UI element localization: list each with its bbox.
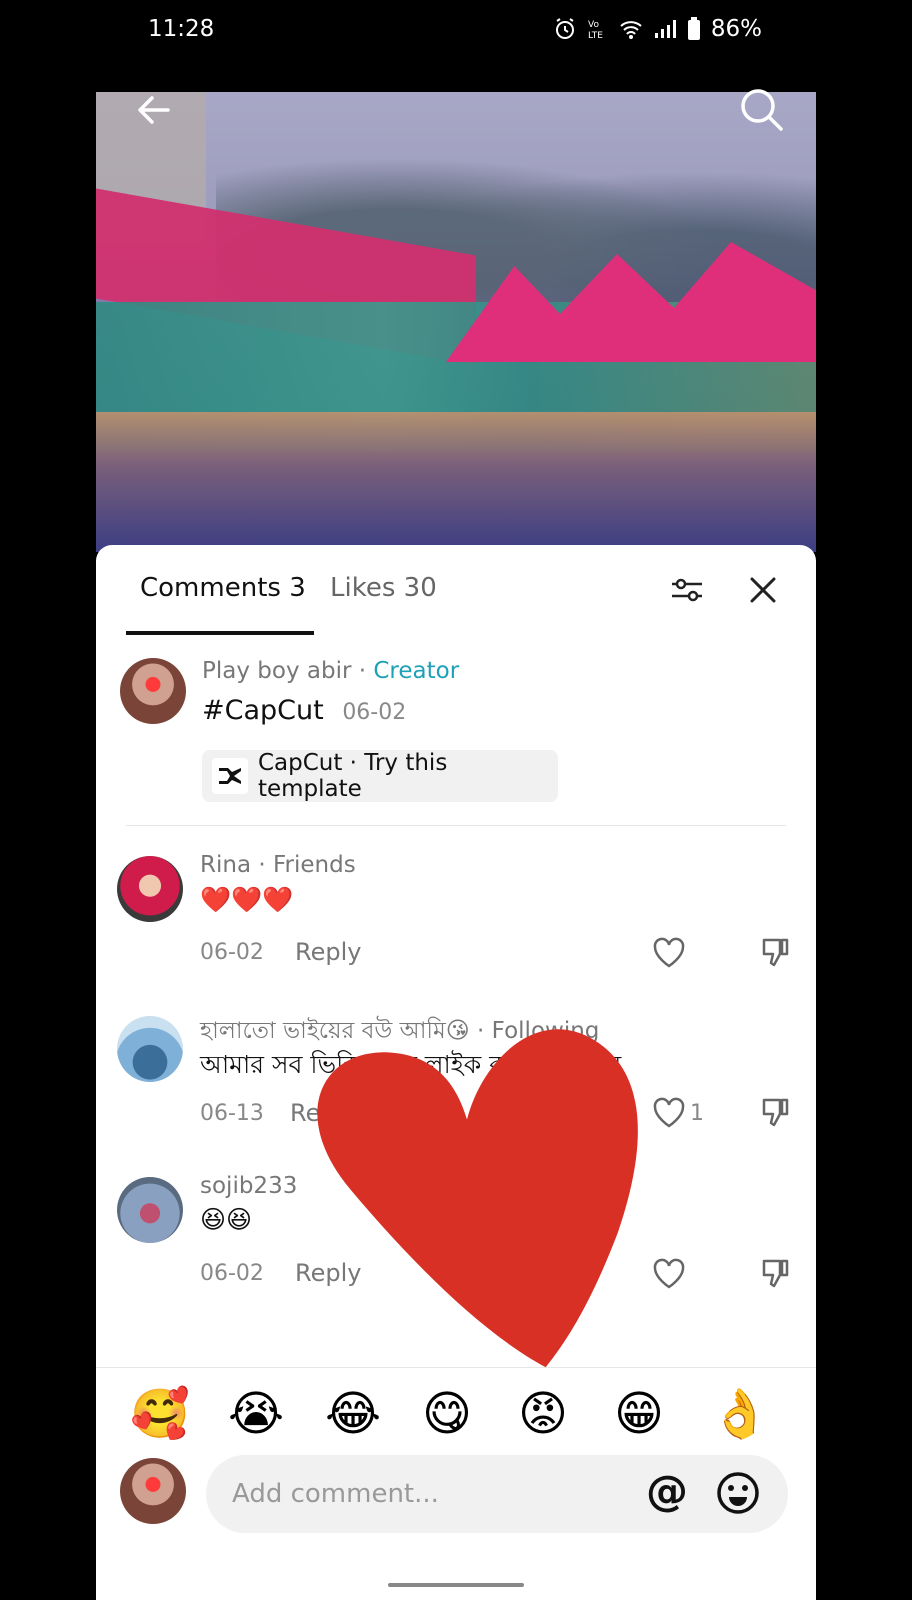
wifi-icon [620, 21, 642, 39]
comment-relation: · Friends [251, 852, 356, 878]
comment-author-line: Rina · Friends [200, 852, 356, 878]
comment-author[interactable]: sojib233 [200, 1173, 297, 1199]
creator-author[interactable]: Play boy abir [202, 658, 351, 684]
like-heart-icon[interactable] [652, 1258, 686, 1290]
creator-comment-date: 06-02 [342, 700, 407, 725]
dislike-icon[interactable] [760, 937, 790, 969]
comment-text: 😆😆 [200, 1205, 253, 1234]
tab-likes[interactable]: Likes 30 [330, 573, 437, 603]
comment-avatar[interactable] [117, 1016, 183, 1082]
comment-date: 06-13 [200, 1101, 264, 1126]
filter-sliders-icon[interactable] [670, 575, 704, 605]
status-time: 11:28 [148, 16, 215, 42]
svg-text:Vo: Vo [588, 20, 599, 30]
alarm-icon [555, 18, 574, 39]
status-icons: Vo LTE 86% [553, 16, 762, 42]
mention-icon[interactable]: @ [646, 1469, 688, 1513]
comment-avatar[interactable] [117, 1177, 183, 1243]
like-count: 1 [690, 1101, 704, 1126]
close-icon[interactable] [748, 575, 778, 605]
signal-icon [654, 20, 676, 38]
search-icon[interactable] [738, 86, 786, 134]
my-avatar[interactable] [120, 1458, 186, 1524]
reply-button[interactable]: Reply [295, 938, 361, 966]
dislike-icon[interactable] [760, 1258, 790, 1290]
comment-text: ❤️❤️❤️ [200, 885, 294, 914]
divider [126, 825, 786, 826]
emoji-button[interactable]: 👌 [710, 1386, 770, 1442]
dislike-icon[interactable] [760, 1097, 790, 1129]
active-tab-indicator [126, 631, 314, 635]
add-comment-placeholder: Add comment... [232, 1479, 439, 1509]
like-heart-icon[interactable] [652, 1097, 686, 1129]
comment-avatar[interactable] [117, 856, 183, 922]
emoji-button[interactable]: 😭 [228, 1386, 284, 1442]
creator-avatar[interactable] [120, 658, 186, 724]
back-arrow-icon[interactable] [132, 88, 176, 132]
comment-date: 06-02 [200, 1261, 264, 1286]
volte-icon: VoLTE [588, 20, 603, 41]
comment-date: 06-02 [200, 940, 264, 965]
emoji-button[interactable]: 🥰 [130, 1386, 190, 1442]
battery-icon [687, 17, 700, 40]
tab-comments[interactable]: Comments 3 [140, 573, 306, 603]
svg-text:LTE: LTE [588, 31, 603, 41]
video-preview[interactable] [96, 92, 816, 552]
battery-percent: 86% [710, 16, 762, 42]
creator-name-line: Play boy abir · Creator [202, 658, 460, 684]
creator-badge: Creator [373, 658, 460, 684]
status-bar: 11:28 Vo LTE 86% [0, 0, 912, 62]
add-comment-input[interactable]: Add comment... @ [206, 1455, 788, 1533]
like-heart-icon[interactable] [652, 937, 686, 969]
capcut-logo-icon [212, 758, 248, 794]
comment-input-row: Add comment... @ [96, 1447, 816, 1557]
try-template-button[interactable]: CapCut · Try this template [202, 750, 558, 802]
emoji-face-icon[interactable] [716, 1471, 760, 1515]
template-label: CapCut · Try this template [257, 750, 448, 802]
comment-author[interactable]: Rina [200, 852, 251, 878]
creator-comment-text: #CapCut 06-02 [202, 695, 407, 726]
like-heart-animation [317, 1029, 638, 1368]
tab-bar: Comments 3 Likes 30 [96, 545, 816, 635]
comment-author-line: sojib233 [200, 1173, 297, 1199]
home-indicator[interactable] [388, 1583, 524, 1587]
